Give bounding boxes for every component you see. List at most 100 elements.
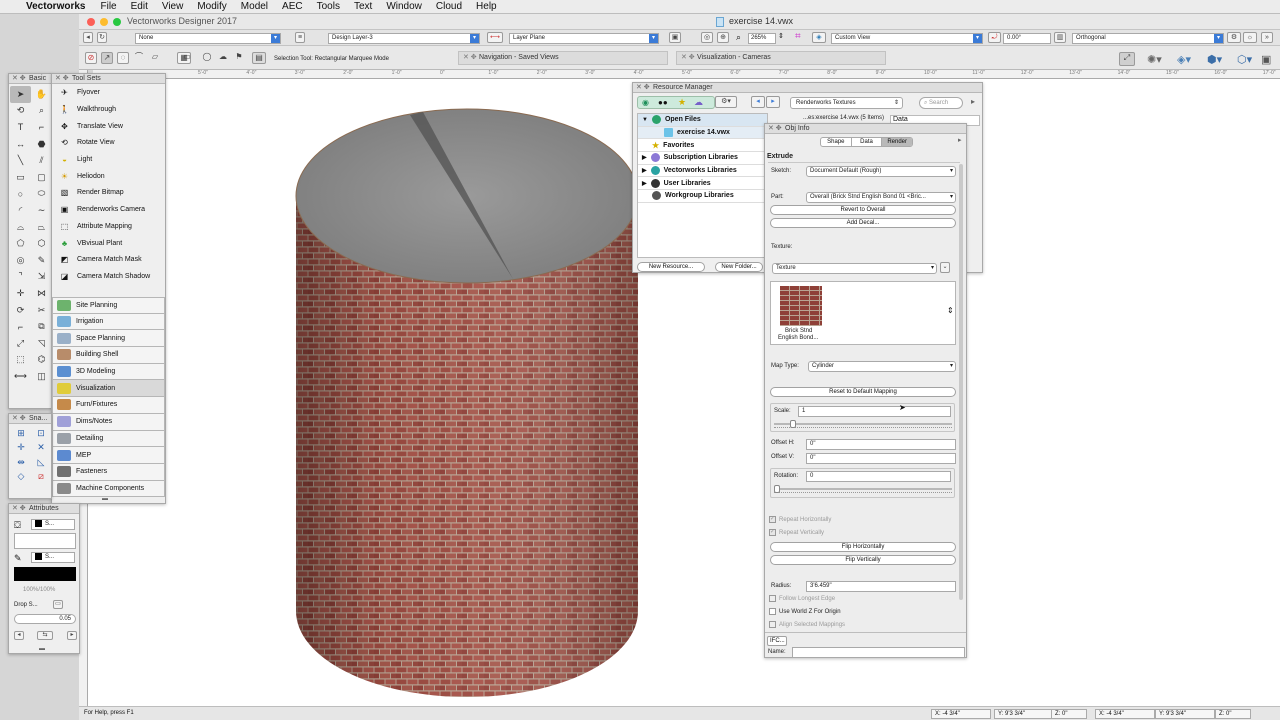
- trim-tool-icon[interactable]: ⌐: [10, 318, 31, 335]
- polygon-mode-icon[interactable]: ⌒: [133, 52, 145, 64]
- snap-toggle-icon[interactable]: ⬡▾: [1237, 53, 1252, 66]
- callout-tool-icon[interactable]: ⌐: [31, 119, 52, 136]
- tool-heliodon[interactable]: ☀ Heliodon: [56, 168, 165, 185]
- set-machine-components[interactable]: Machine Components: [52, 480, 165, 498]
- snap-cursor-icon[interactable]: ⤢: [1119, 52, 1135, 66]
- repeat-horizontally-option[interactable]: ✓ Repeat Horizontally: [769, 516, 831, 523]
- balloon-icon[interactable]: ◯: [201, 52, 213, 64]
- close-icon[interactable]: ✕ ✥: [636, 83, 650, 92]
- lasso-mode-icon[interactable]: ◌: [117, 52, 129, 64]
- projection-icon[interactable]: ▥: [1054, 32, 1066, 43]
- pen-style-select[interactable]: S...: [31, 552, 75, 563]
- snap-surface-icon[interactable]: ⧄: [31, 470, 51, 485]
- spiral-tool-icon[interactable]: ◎: [10, 252, 31, 269]
- close-icon[interactable]: ✕ ✥: [12, 74, 26, 83]
- snap-grid-icon[interactable]: ⊞: [11, 426, 31, 441]
- ifc-button[interactable]: IFC...: [767, 636, 787, 646]
- star-icon[interactable]: ★: [678, 97, 686, 108]
- class-select[interactable]: None ▾: [135, 33, 281, 44]
- freehand-tool-icon[interactable]: ∼: [31, 202, 52, 219]
- plane-select[interactable]: Layer Plane ▾: [509, 33, 659, 44]
- view-select[interactable]: Custom View ▾: [831, 33, 983, 44]
- scale-field[interactable]: 1: [798, 406, 951, 417]
- rotate-plan-icon[interactable]: ⤾: [988, 32, 1001, 43]
- regular-polygon-icon[interactable]: ⬡: [31, 235, 52, 252]
- split-tool-icon[interactable]: ✂: [31, 302, 52, 319]
- resource-type-select[interactable]: Renderworks Textures ⇕: [790, 97, 903, 109]
- texture-preview-box[interactable]: Brick Stnd English Bond... ⇕: [770, 281, 956, 345]
- obj-info-scrollbar[interactable]: [959, 164, 963, 600]
- measure-tool-icon[interactable]: ⟷: [10, 368, 31, 385]
- polygon-tool-icon[interactable]: ⬠: [10, 235, 31, 252]
- cloud-icon[interactable]: ☁: [694, 97, 703, 108]
- close-icon[interactable]: ✕ ✥: [12, 414, 26, 423]
- menu-edit[interactable]: Edit: [124, 1, 155, 12]
- tool-vbvisual-plant[interactable]: ♣ VBvisual Plant: [56, 235, 165, 252]
- menu-view[interactable]: View: [155, 1, 191, 12]
- tab-data[interactable]: Data: [852, 138, 883, 146]
- zoom-tool-icon[interactable]: ⌕: [31, 103, 52, 120]
- texture-options-icon[interactable]: ⌄: [940, 262, 950, 273]
- rotation-field[interactable]: 0: [806, 471, 951, 482]
- set-detailing[interactable]: Detailing: [52, 430, 165, 448]
- crop-icon[interactable]: ⌗: [795, 31, 801, 42]
- minimize-window-button[interactable]: [100, 18, 108, 26]
- close-icon[interactable]: ✕ ✥: [463, 52, 477, 64]
- close-icon[interactable]: ✕ ✥: [55, 74, 69, 83]
- tool-camera-match-mask[interactable]: ◩ Camera Match Mask: [56, 252, 165, 269]
- arrow-end-icon[interactable]: ▸: [67, 631, 77, 640]
- tool-translate-view[interactable]: ✥ Translate View: [56, 118, 165, 135]
- selection-tool-icon[interactable]: ➤: [10, 86, 31, 103]
- menu-window[interactable]: Window: [379, 1, 429, 12]
- eyedropper-icon[interactable]: ✎: [31, 252, 52, 269]
- line-type-icon[interactable]: ⇆: [37, 631, 53, 640]
- zoom-field[interactable]: 265%: [748, 33, 776, 44]
- tool-walkthrough[interactable]: 🚶 Walkthrough: [56, 102, 165, 119]
- preferences-icon[interactable]: ▤: [252, 52, 266, 64]
- circle-tool-icon[interactable]: ○: [10, 186, 31, 203]
- marquee-mode-icon[interactable]: ↗: [101, 52, 113, 64]
- action-gear-icon[interactable]: ⚙▾: [715, 96, 737, 108]
- snap-object-icon[interactable]: ⊡: [31, 426, 51, 441]
- polyline-tool-icon[interactable]: ⌓: [10, 219, 31, 236]
- recent-icon[interactable]: ◉: [642, 98, 649, 107]
- single-select-icon[interactable]: ▱: [149, 52, 161, 64]
- set-3d-modeling[interactable]: 3D Modeling: [52, 363, 165, 381]
- palette-resize-handle[interactable]: ▬: [102, 496, 108, 502]
- repeat-h-checkbox[interactable]: ✓: [769, 516, 776, 523]
- rectangle-tool-icon[interactable]: ▭: [10, 169, 31, 186]
- layer-select[interactable]: Design Layer-3 ▾: [328, 33, 480, 44]
- tool-flyover[interactable]: ✈ Flyover: [56, 85, 165, 102]
- menu-aec[interactable]: AEC: [275, 1, 310, 12]
- tool-camera-match-shadow[interactable]: ◪ Camera Match Shadow: [56, 269, 165, 286]
- plane-icon[interactable]: ⟷: [487, 32, 503, 43]
- camera-settings-icon[interactable]: ⬢▾: [1207, 53, 1222, 66]
- snap-point-icon[interactable]: ◇: [11, 470, 31, 485]
- zoom-icon[interactable]: ⌕: [736, 32, 741, 43]
- menu-help[interactable]: Help: [469, 1, 504, 12]
- double-line-icon[interactable]: ⫽: [31, 152, 52, 169]
- visualization-tool-icon[interactable]: ⌬: [31, 352, 52, 369]
- tree-current-file[interactable]: exercise 14.vwx: [638, 126, 767, 140]
- connect-tool-icon[interactable]: ⤢: [10, 335, 31, 352]
- set-space-planning[interactable]: Space Planning: [52, 330, 165, 348]
- drop-shadow-icon[interactable]: ▭: [53, 600, 63, 609]
- align-mappings-checkbox[interactable]: [769, 621, 776, 628]
- tree-favorites[interactable]: ★ Favorites: [638, 139, 767, 153]
- use-world-z-checkbox[interactable]: [769, 608, 776, 615]
- menu-file[interactable]: File: [93, 1, 123, 12]
- extra-toggle-icon[interactable]: ▣: [1261, 53, 1271, 66]
- rectangle-mode-icon[interactable]: ▭: [181, 52, 193, 64]
- flip-horizontally-button[interactable]: Flip Horizontally: [770, 542, 956, 552]
- move-tool-icon[interactable]: ✛: [10, 285, 31, 302]
- line-thickness-field[interactable]: 0.05: [14, 614, 76, 624]
- close-icon[interactable]: ✕ ✥: [768, 124, 782, 133]
- no-pick-icon[interactable]: ⊘: [85, 52, 97, 64]
- fill-style-select[interactable]: S...: [31, 519, 75, 530]
- tool-renderworks-camera[interactable]: ▣ Renderworks Camera: [56, 202, 165, 219]
- close-icon[interactable]: ✕ ✥: [681, 52, 695, 64]
- expand-panel-icon[interactable]: ▸: [971, 97, 975, 106]
- protractor-icon[interactable]: ◫: [31, 368, 52, 385]
- rounded-rect-icon[interactable]: ▢: [31, 169, 52, 186]
- renderworks-icon[interactable]: ⚙: [1227, 32, 1241, 43]
